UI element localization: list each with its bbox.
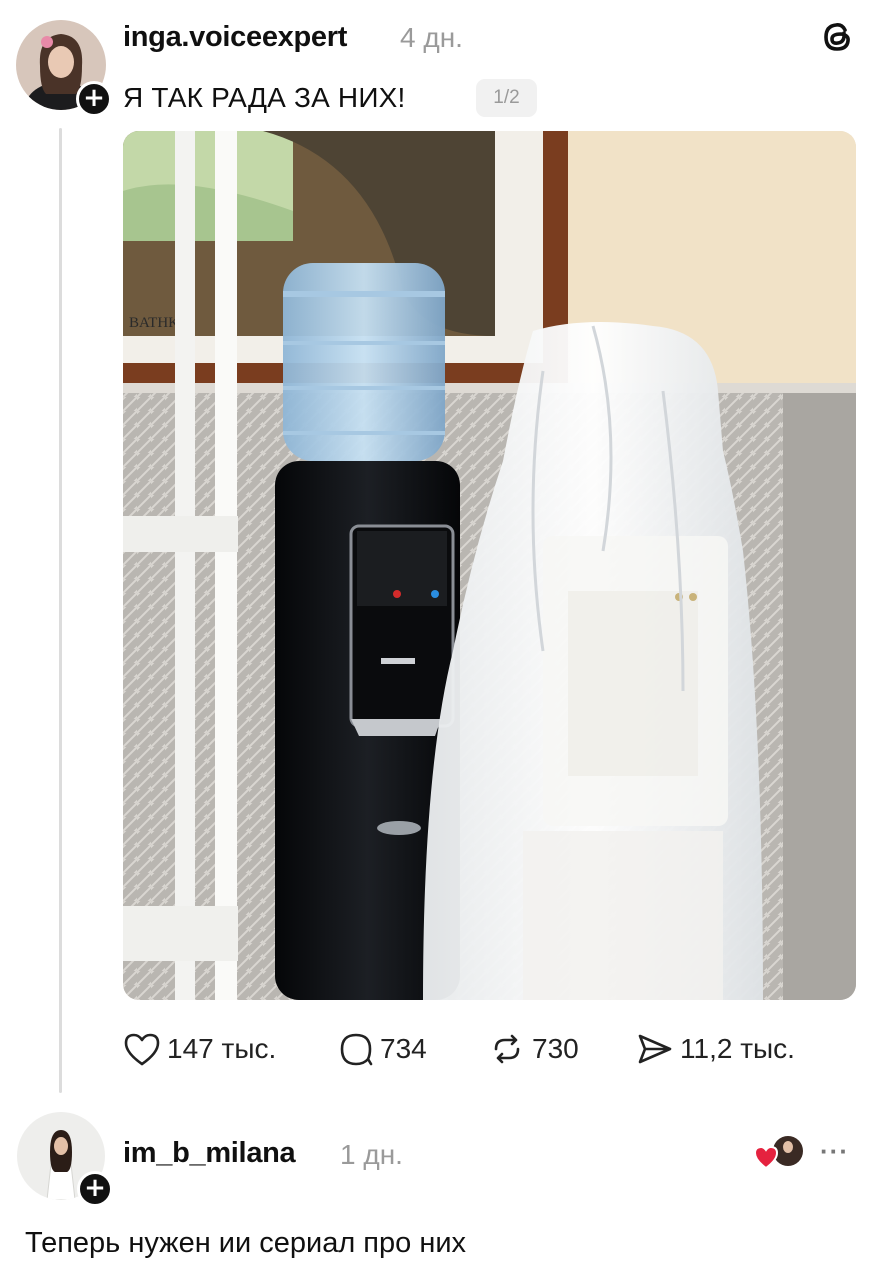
post-username[interactable]: inga.voiceexpert xyxy=(123,21,347,54)
likes-count: 147 тыс. xyxy=(167,1033,277,1064)
thread-connector-line xyxy=(59,128,62,1093)
speech-bubble-icon xyxy=(340,1033,373,1066)
comments-count: 734 xyxy=(380,1033,427,1064)
follow-plus-icon[interactable]: + xyxy=(76,81,112,117)
more-options-button[interactable]: ··· xyxy=(820,1136,849,1167)
reply-username[interactable]: im_b_milana xyxy=(123,1137,296,1170)
threads-logo-icon[interactable] xyxy=(818,17,858,57)
photo-sign-text: BATHK xyxy=(129,315,179,331)
liked-by-author-indicator xyxy=(752,1135,808,1171)
share-button[interactable]: 11,2 тыс. xyxy=(636,1031,795,1067)
photo-water-coolers: BATHK xyxy=(123,131,856,1000)
comment-button[interactable]: 734 xyxy=(338,1031,427,1067)
paper-plane-icon xyxy=(638,1034,672,1064)
reposts-count: 730 xyxy=(532,1033,579,1064)
shares-count: 11,2 тыс. xyxy=(680,1033,795,1064)
post-time: 4 дн. xyxy=(400,22,463,53)
repost-arrows-icon xyxy=(494,1034,520,1064)
post-caption: Я ТАК РАДА ЗА НИХ! xyxy=(123,82,406,113)
carousel-pager: 1/2 xyxy=(476,79,537,117)
repost-button[interactable]: 730 xyxy=(488,1031,579,1067)
reply-text: Теперь нужен ии сериал про них xyxy=(25,1227,467,1259)
like-button[interactable]: 147 тыс. xyxy=(123,1031,276,1067)
red-heart-icon xyxy=(753,1145,779,1170)
post-photo[interactable]: BATHK xyxy=(123,131,856,1000)
follow-plus-icon-reply[interactable]: + xyxy=(77,1171,113,1207)
heart-outline-icon xyxy=(124,1033,160,1066)
reply-time: 1 дн. xyxy=(340,1139,403,1170)
